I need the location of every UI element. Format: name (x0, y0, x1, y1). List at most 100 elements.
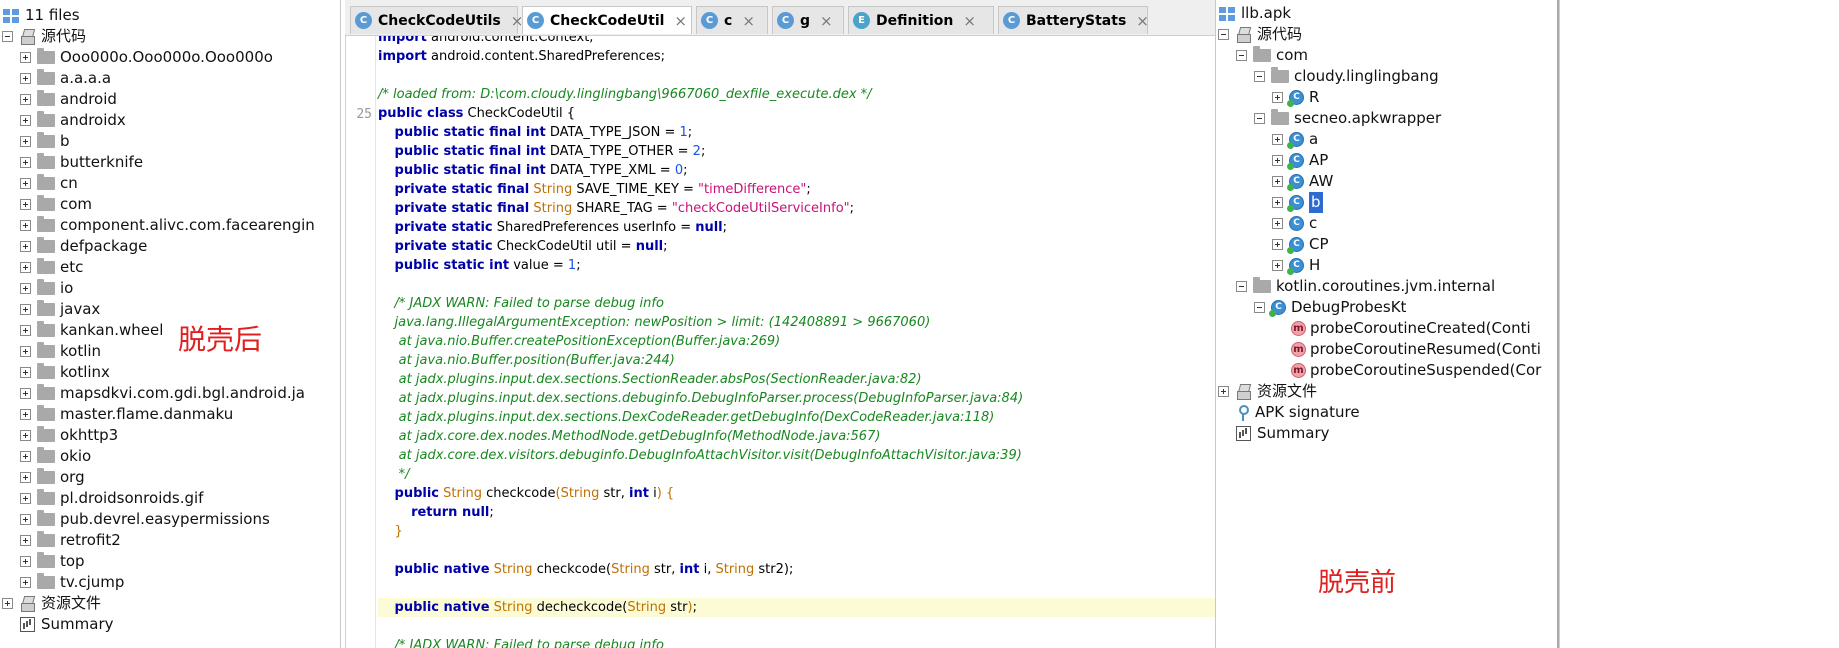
tree-class-item[interactable]: C AP (1272, 150, 1328, 171)
expand-icon[interactable] (20, 241, 31, 252)
tree-package-item[interactable]: b (20, 131, 70, 152)
expand-icon[interactable] (20, 577, 31, 588)
expand-icon[interactable] (1272, 92, 1283, 103)
collapse-icon[interactable] (1254, 302, 1265, 313)
tree-package-item[interactable]: javax (20, 299, 100, 320)
expand-icon[interactable] (20, 115, 31, 126)
tree-package-item[interactable]: top (20, 551, 85, 572)
expand-icon[interactable] (20, 556, 31, 567)
expand-icon[interactable] (20, 52, 31, 63)
expand-icon[interactable] (1218, 386, 1229, 397)
expand-icon[interactable] (20, 262, 31, 273)
tree-root[interactable]: 11 files (2, 5, 80, 26)
expand-icon[interactable] (20, 493, 31, 504)
collapse-icon[interactable] (1254, 71, 1265, 82)
expand-icon[interactable] (20, 304, 31, 315)
expand-icon[interactable] (20, 472, 31, 483)
expand-icon[interactable] (20, 73, 31, 84)
tree-class-item[interactable]: C AW (1272, 171, 1333, 192)
tree-resources-node[interactable]: 资源文件 (2, 593, 101, 614)
tree-method-item[interactable]: m probeCoroutineSuspended(Cor (1291, 360, 1541, 381)
close-icon[interactable]: × (963, 12, 976, 30)
tree-package-item[interactable]: io (20, 278, 73, 299)
tab-item[interactable]: E Definition × (848, 6, 994, 34)
tree-source-node[interactable]: 源代码 (2, 26, 86, 47)
close-icon[interactable]: × (674, 12, 687, 30)
tree-package-item[interactable]: okhttp3 (20, 425, 118, 446)
tree-package-item[interactable]: android (20, 89, 117, 110)
tree-package-item[interactable]: mapsdkvi.com.gdi.bgl.android.ja (20, 383, 305, 404)
tree-package-item[interactable]: retrofit2 (20, 530, 121, 551)
tree-package-item[interactable]: androidx (20, 110, 126, 131)
collapse-icon[interactable] (2, 31, 13, 42)
close-icon[interactable]: × (820, 12, 833, 30)
tree-package-item[interactable]: a.a.a.a (20, 68, 111, 89)
expand-icon[interactable] (1272, 197, 1283, 208)
tab-item[interactable]: C CheckCodeUtil × (522, 6, 692, 34)
tree-package-item[interactable]: pub.devrel.easypermissions (20, 509, 270, 530)
expand-icon[interactable] (20, 178, 31, 189)
expand-icon[interactable] (1272, 260, 1283, 271)
tree-summary-node[interactable]: Summary (20, 614, 114, 635)
right-tree-resources-node[interactable]: 资源文件 (1218, 381, 1317, 402)
expand-icon[interactable] (20, 157, 31, 168)
tree-node-pkg3[interactable]: kotlin.coroutines.jvm.internal (1236, 276, 1495, 297)
expand-icon[interactable] (20, 514, 31, 525)
tree-node-pkg2[interactable]: secneo.apkwrapper (1254, 108, 1441, 129)
expand-icon[interactable] (20, 367, 31, 378)
tree-package-item[interactable]: tv.cjump (20, 572, 124, 593)
code-editor[interactable]: 25 import android.content.Context; import… (345, 36, 1215, 648)
expand-icon[interactable] (20, 430, 31, 441)
expand-icon[interactable] (20, 94, 31, 105)
right-tree-source-node[interactable]: 源代码 (1218, 24, 1302, 45)
close-icon[interactable]: × (1136, 12, 1149, 30)
tree-class-item[interactable]: C CP (1272, 234, 1329, 255)
tree-class-item[interactable]: Cc (1272, 213, 1317, 234)
tree-package-item[interactable]: component.alivc.com.facearengin (20, 215, 315, 236)
expand-icon[interactable] (20, 451, 31, 462)
right-tree-root[interactable]: llb.apk (1218, 3, 1291, 24)
tree-class-item[interactable]: Cb (1272, 192, 1323, 213)
collapse-icon[interactable] (1236, 50, 1247, 61)
tab-item[interactable]: C BatteryStats × (998, 6, 1149, 34)
tree-package-item[interactable]: kotlin (20, 341, 101, 362)
tab-item[interactable]: C CheckCodeUtils × (350, 6, 523, 34)
tab-item[interactable]: Cg × (772, 6, 844, 34)
tree-package-item[interactable]: kankan.wheel (20, 320, 163, 341)
tree-node-com[interactable]: com (1236, 45, 1308, 66)
tree-node-pkg1[interactable]: cloudy.linglingbang (1254, 66, 1439, 87)
right-tree-summary-node[interactable]: Summary (1236, 423, 1330, 444)
expand-icon[interactable] (20, 199, 31, 210)
expand-icon[interactable] (20, 220, 31, 231)
close-icon[interactable]: × (742, 12, 755, 30)
expand-icon[interactable] (20, 388, 31, 399)
expand-icon[interactable] (1272, 239, 1283, 250)
collapse-icon[interactable] (1218, 29, 1229, 40)
tree-package-item[interactable]: okio (20, 446, 91, 467)
expand-icon[interactable] (1272, 134, 1283, 145)
tab-item[interactable]: Cc × (696, 6, 768, 34)
tree-package-item[interactable]: cn (20, 173, 78, 194)
expand-icon[interactable] (2, 598, 13, 609)
tree-method-item[interactable]: m probeCoroutineCreated(Conti (1291, 318, 1531, 339)
tree-package-item[interactable]: defpackage (20, 236, 147, 257)
tree-node-debugprobes[interactable]: C DebugProbesKt (1254, 297, 1406, 318)
tree-package-item[interactable]: com (20, 194, 92, 215)
tree-class-item[interactable]: CH (1272, 255, 1320, 276)
tree-package-item[interactable]: pl.droidsonroids.gif (20, 488, 203, 509)
tree-package-item[interactable]: butterknife (20, 152, 143, 173)
expand-icon[interactable] (20, 325, 31, 336)
tree-method-item[interactable]: m probeCoroutineResumed(Conti (1291, 339, 1541, 360)
expand-icon[interactable] (1272, 155, 1283, 166)
expand-icon[interactable] (20, 283, 31, 294)
expand-icon[interactable] (20, 409, 31, 420)
tree-node-class-r[interactable]: C R (1272, 87, 1319, 108)
tree-package-item[interactable]: etc (20, 257, 83, 278)
expand-icon[interactable] (20, 535, 31, 546)
collapse-icon[interactable] (1236, 281, 1247, 292)
expand-icon[interactable] (1272, 218, 1283, 229)
tree-package-item[interactable]: org (20, 467, 85, 488)
expand-icon[interactable] (20, 346, 31, 357)
tree-class-item[interactable]: Ca (1272, 129, 1318, 150)
expand-icon[interactable] (20, 136, 31, 147)
